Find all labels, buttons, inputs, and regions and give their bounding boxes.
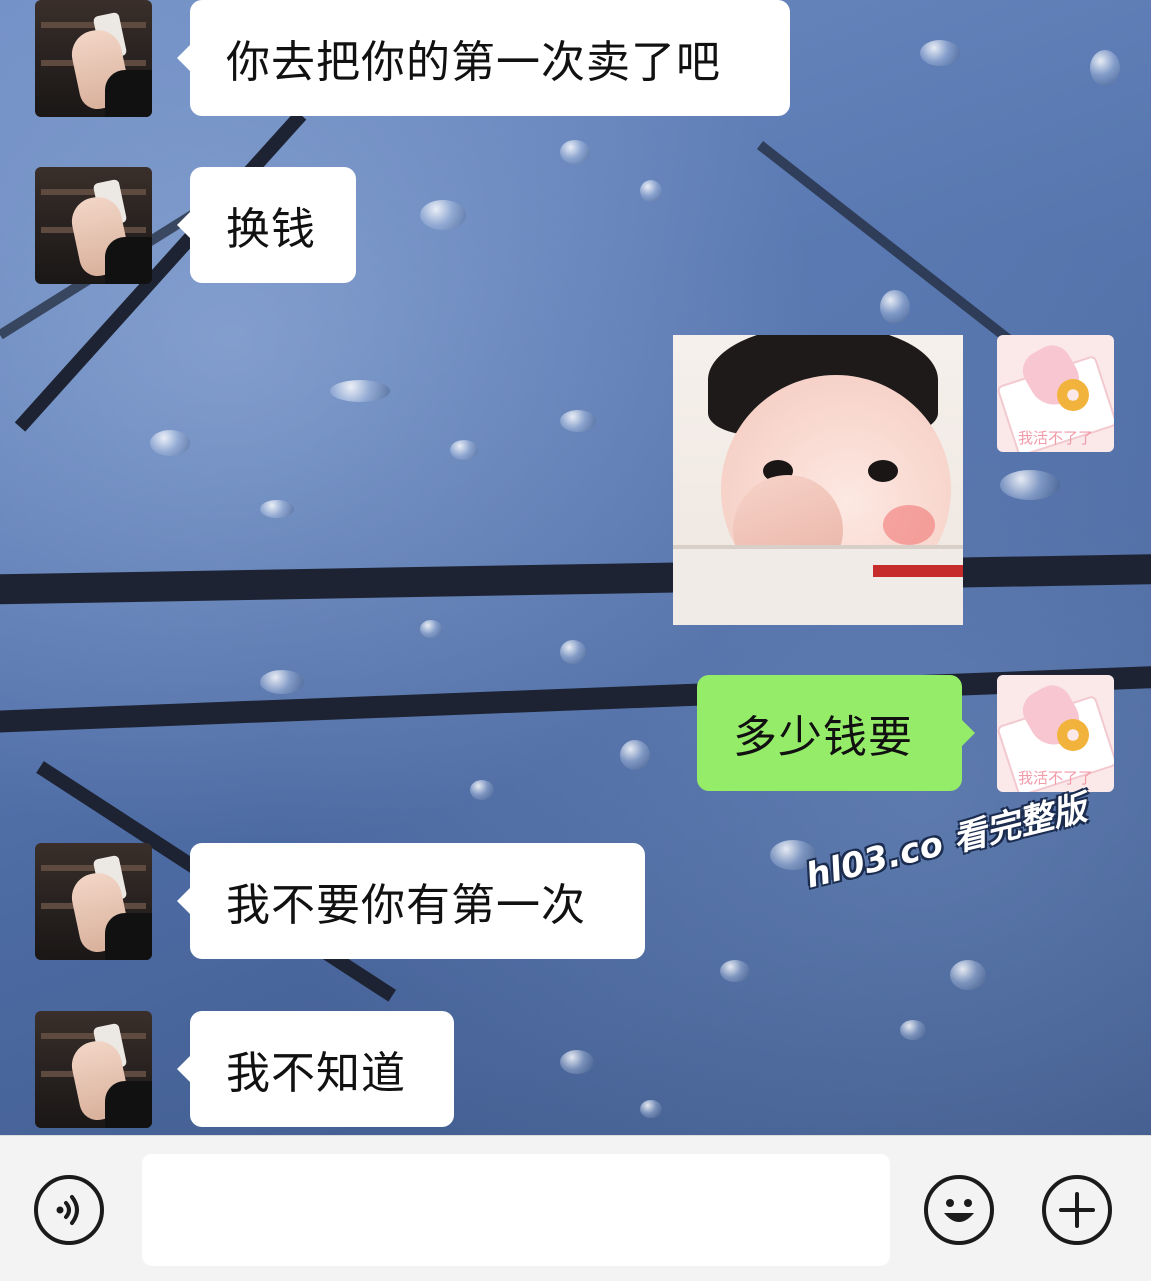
chat-background: 你去把你的第一次卖了吧 换钱 我活不了了 多少钱要 我活不了了 我不要你有第一次 bbox=[0, 0, 1151, 1135]
contact-avatar[interactable] bbox=[35, 0, 152, 117]
raindrop bbox=[330, 380, 390, 402]
incoming-message-bubble[interactable]: 换钱 bbox=[177, 167, 356, 283]
raindrop bbox=[150, 430, 190, 456]
raindrop bbox=[420, 620, 442, 638]
raindrop bbox=[880, 290, 910, 324]
raindrop bbox=[260, 670, 304, 694]
incoming-message-bubble[interactable]: 我不要你有第一次 bbox=[177, 843, 645, 959]
contact-avatar[interactable] bbox=[35, 167, 152, 284]
raindrop bbox=[620, 740, 650, 770]
avatar-caption: 我活不了了 bbox=[1017, 769, 1093, 787]
plus-icon[interactable] bbox=[1042, 1175, 1112, 1245]
raindrop bbox=[560, 1050, 594, 1074]
self-avatar[interactable]: 我活不了了 bbox=[997, 675, 1114, 792]
raindrop bbox=[640, 180, 662, 202]
incoming-message-bubble[interactable]: 我不知道 bbox=[177, 1011, 454, 1127]
window-frame-bar bbox=[0, 553, 1151, 605]
message-text: 我不要你有第一次 bbox=[226, 880, 586, 931]
sticker-message[interactable] bbox=[673, 335, 963, 625]
raindrop bbox=[470, 780, 494, 800]
emoji-icon[interactable] bbox=[924, 1175, 994, 1245]
message-input[interactable] bbox=[142, 1154, 890, 1266]
raindrop bbox=[920, 40, 960, 66]
raindrop bbox=[950, 960, 986, 990]
raindrop bbox=[560, 140, 590, 164]
incoming-message-bubble[interactable]: 你去把你的第一次卖了吧 bbox=[177, 0, 790, 116]
outgoing-message-bubble[interactable]: 多少钱要 bbox=[697, 675, 975, 791]
self-avatar[interactable]: 我活不了了 bbox=[997, 335, 1114, 452]
raindrop bbox=[260, 500, 294, 518]
chat-input-bar bbox=[0, 1135, 1151, 1281]
raindrop bbox=[1090, 50, 1120, 86]
contact-avatar[interactable] bbox=[35, 843, 152, 960]
raindrop bbox=[900, 1020, 926, 1040]
contact-avatar[interactable] bbox=[35, 1011, 152, 1128]
raindrop bbox=[720, 960, 750, 982]
raindrop bbox=[1000, 470, 1060, 500]
raindrop bbox=[560, 640, 586, 664]
window-frame-bar bbox=[0, 664, 1151, 734]
message-text: 我不知道 bbox=[226, 1048, 406, 1099]
message-text: 你去把你的第一次卖了吧 bbox=[226, 37, 721, 88]
raindrop bbox=[450, 440, 478, 460]
raindrop bbox=[420, 200, 466, 230]
raindrop bbox=[640, 1100, 662, 1118]
voice-icon[interactable] bbox=[34, 1175, 104, 1245]
message-text: 换钱 bbox=[226, 204, 316, 255]
avatar-caption: 我活不了了 bbox=[1017, 429, 1093, 447]
message-text: 多少钱要 bbox=[733, 712, 913, 763]
watermark-text: hl03.co 看完整版 bbox=[801, 788, 1091, 897]
raindrop bbox=[560, 410, 596, 432]
